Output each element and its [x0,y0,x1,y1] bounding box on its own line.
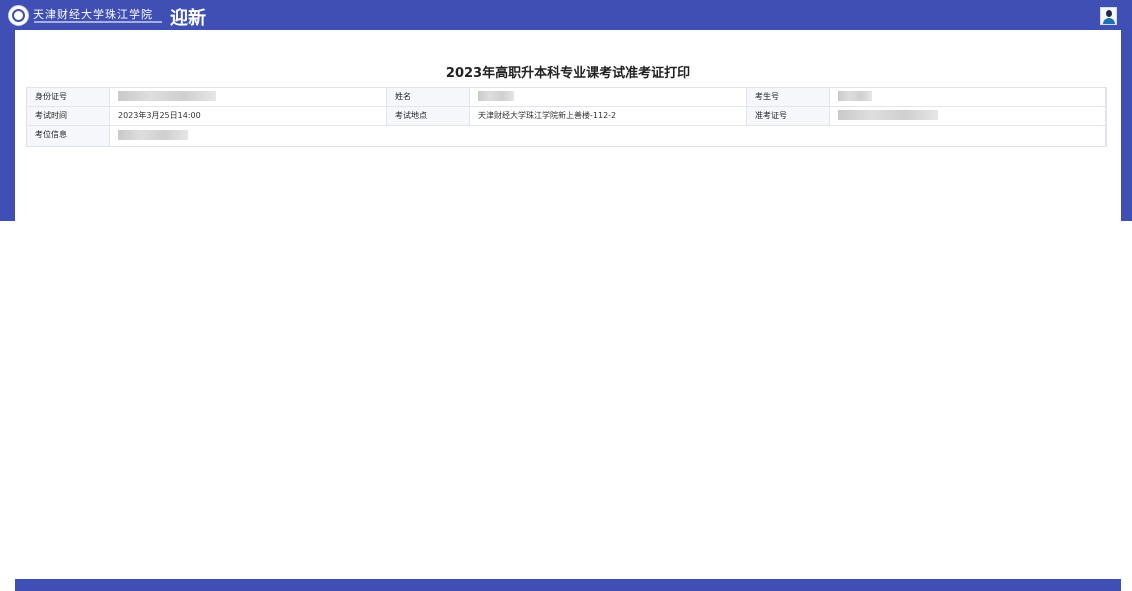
candidate-number-value [829,88,1106,106]
candidate-number-label: 考生号 [755,92,779,101]
exam-time-label: 考试时间 [35,111,67,120]
redacted-block [838,109,938,120]
school-name-logo[interactable]: 天津财经大学珠江学院 [33,6,153,22]
school-logo-subtitle-line [34,21,162,23]
redacted-block [118,129,188,140]
name-label: 姓名 [395,92,411,101]
id-number-label: 身份证号 [35,92,67,101]
app-title[interactable]: 迎新 [170,4,206,30]
redacted-block [118,90,216,101]
table-row: 身份证号 姓名 考生号 [27,88,1106,107]
exam-location-label: 考试地点 [395,111,427,120]
exam-location-value: 天津财经大学珠江学院新上善楼-112-2 [469,107,747,125]
exam-time-value: 2023年3月25日14:00 [109,107,387,125]
school-seal-icon[interactable] [8,5,29,26]
table-row: 考位信息 [27,126,1106,146]
bottom-bar [15,579,1121,591]
page-title: 2023年高职升本科专业课考试准考证打印 [445,66,691,81]
page: 天津财经大学珠江学院 迎新 2023年高职升本科专业课考试准考证打印 身份证号 … [0,0,1132,591]
redacted-block [838,90,872,101]
admission-number-value [829,107,1106,125]
admission-ticket-card: 2023年高职升本科专业课考试准考证打印 身份证号 姓名 考生号 考试时间 20… [15,30,1121,579]
admission-number-label: 准考证号 [755,111,787,120]
id-number-value [109,88,387,106]
top-bar: 天津财经大学珠江学院 迎新 [0,0,1132,30]
ticket-info-table: 身份证号 姓名 考生号 考试时间 2023年3月25日14:00 考试地点 天津… [26,87,1107,147]
user-avatar-icon[interactable] [1100,7,1117,25]
name-value [469,88,747,106]
seat-info-value [109,126,1106,146]
redacted-block [478,90,514,101]
table-row: 考试时间 2023年3月25日14:00 考试地点 天津财经大学珠江学院新上善楼… [27,107,1106,126]
seat-info-label: 考位信息 [35,130,67,139]
